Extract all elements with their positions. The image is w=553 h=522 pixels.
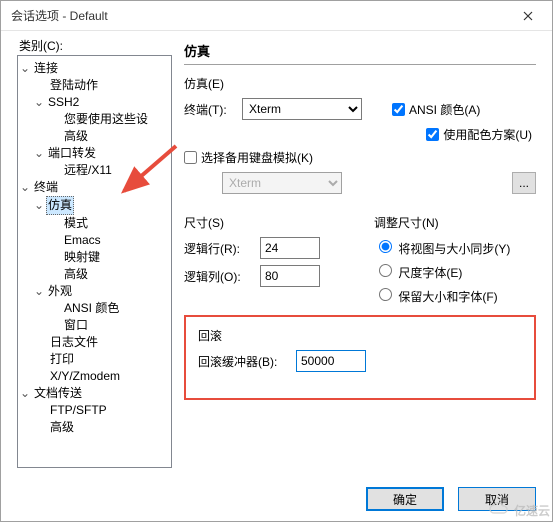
use-color-scheme-checkbox[interactable]: 使用配色方案(U) — [426, 126, 532, 143]
alt-keyboard-input[interactable] — [184, 151, 197, 164]
scroll-buffer-input[interactable] — [296, 350, 366, 372]
logical-cols-row: 逻辑列(O): — [184, 265, 354, 287]
tree-mode[interactable]: 模式 — [18, 215, 171, 232]
tree-ssh2-advanced[interactable]: 高级 — [18, 128, 171, 145]
tree-emacs[interactable]: Emacs — [18, 232, 171, 249]
ok-button[interactable]: 确定 — [366, 487, 444, 511]
alt-keyboard-select-row: Xterm ... — [184, 172, 536, 194]
alt-keyboard-row: 选择备用键盘模拟(K) — [184, 149, 536, 166]
logical-cols-input[interactable] — [260, 265, 320, 287]
panel-title: 仿真 — [184, 41, 536, 60]
expand-icon: ⌄ — [34, 145, 44, 162]
settings-panel: 仿真 仿真(E) 终端(T): Xterm ANSI 颜色(A) 使用配色方案(… — [172, 31, 552, 476]
scroll-buffer-label: 回滚缓冲器(B): — [198, 353, 290, 370]
tree-connection[interactable]: ⌄连接 — [18, 60, 171, 77]
scrollback-highlight-box: 回滚 回滚缓冲器(B): — [184, 315, 536, 400]
tree-ssh2-sub1[interactable]: 您要使用这些设 — [18, 111, 171, 128]
expand-icon: ⌄ — [20, 385, 30, 402]
terminal-label: 终端(T): — [184, 101, 236, 118]
ansi-color-input[interactable] — [392, 103, 405, 116]
session-options-window: 会话选项 - Default 类别(C): ⌄连接 登陆动作 ⌄SSH2 您要使… — [0, 0, 553, 522]
logical-rows-row: 逻辑行(R): — [184, 237, 354, 259]
scrollback-row: 回滚缓冲器(B): — [198, 350, 522, 372]
close-icon — [523, 11, 533, 21]
logical-rows-input[interactable] — [260, 237, 320, 259]
window-title: 会话选项 - Default — [11, 7, 108, 24]
resize-label: 调整尺寸(N) — [374, 214, 510, 231]
tree-xyz[interactable]: X/Y/Zmodem — [18, 368, 171, 385]
watermark: 亿速云 — [488, 501, 550, 519]
expand-icon: ⌄ — [20, 179, 30, 196]
resize-keep-radio[interactable]: 保留大小和字体(F) — [374, 285, 510, 305]
tree-print[interactable]: 打印 — [18, 351, 171, 368]
body-area: ⌄连接 登陆动作 ⌄SSH2 您要使用这些设 高级 ⌄端口转发 远程/X11 ⌄… — [1, 31, 552, 476]
tree-remote-x11[interactable]: 远程/X11 — [18, 162, 171, 179]
expand-icon: ⌄ — [34, 197, 44, 214]
tree-file-transfer[interactable]: ⌄文档传送 — [18, 385, 171, 402]
alt-keyboard-checkbox[interactable]: 选择备用键盘模拟(K) — [184, 149, 313, 166]
terminal-row: 终端(T): Xterm ANSI 颜色(A) — [184, 98, 536, 120]
category-label: 类别(C): — [19, 37, 63, 54]
terminal-select[interactable]: Xterm — [242, 98, 362, 120]
emulation-section-label: 仿真(E) — [184, 75, 536, 92]
tree-terminal[interactable]: ⌄终端 — [18, 179, 171, 196]
size-col: 尺寸(S) 逻辑行(R): 逻辑列(O): — [184, 214, 354, 309]
size-section: 尺寸(S) 逻辑行(R): 逻辑列(O): 调整尺寸(N) 将视图与大小同步(Y… — [184, 214, 536, 309]
tree-logfile[interactable]: 日志文件 — [18, 334, 171, 351]
tree-login-action[interactable]: 登陆动作 — [18, 77, 171, 94]
tree-ansi-color[interactable]: ANSI 颜色 — [18, 300, 171, 317]
logical-rows-label: 逻辑行(R): — [184, 240, 254, 257]
browse-button[interactable]: ... — [512, 172, 536, 194]
tree-ftp-sftp[interactable]: FTP/SFTP — [18, 402, 171, 419]
tree-appearance[interactable]: ⌄外观 — [18, 283, 171, 300]
expand-icon: ⌄ — [34, 94, 44, 111]
tree-port-forward[interactable]: ⌄端口转发 — [18, 145, 171, 162]
category-tree[interactable]: ⌄连接 登陆动作 ⌄SSH2 您要使用这些设 高级 ⌄端口转发 远程/X11 ⌄… — [17, 55, 172, 468]
expand-icon: ⌄ — [34, 283, 44, 300]
tree-emulation[interactable]: ⌄仿真 — [18, 196, 171, 215]
expand-icon: ⌄ — [20, 60, 30, 77]
size-label: 尺寸(S) — [184, 214, 354, 231]
use-color-scheme-input[interactable] — [426, 128, 439, 141]
logical-cols-label: 逻辑列(O): — [184, 268, 254, 285]
ansi-color-checkbox[interactable]: ANSI 颜色(A) — [392, 101, 480, 118]
tree-emu-advanced[interactable]: 高级 — [18, 266, 171, 283]
divider — [184, 64, 536, 65]
resize-sync-radio[interactable]: 将视图与大小同步(Y) — [374, 237, 510, 257]
tree-ft-advanced[interactable]: 高级 — [18, 419, 171, 436]
scrollback-label: 回滚 — [198, 327, 522, 344]
resize-font-radio[interactable]: 尺度字体(E) — [374, 261, 510, 281]
tree-map-keys[interactable]: 映射键 — [18, 249, 171, 266]
tree-window[interactable]: 窗口 — [18, 317, 171, 334]
resize-col: 调整尺寸(N) 将视图与大小同步(Y) 尺度字体(E) 保留大小和字体(F) — [374, 214, 510, 309]
alt-keyboard-select: Xterm — [222, 172, 342, 194]
close-button[interactable] — [508, 2, 548, 30]
tree-ssh2[interactable]: ⌄SSH2 — [18, 94, 171, 111]
titlebar: 会话选项 - Default — [1, 1, 552, 31]
color-scheme-row: 使用配色方案(U) — [184, 126, 536, 143]
cloud-icon — [488, 501, 510, 515]
